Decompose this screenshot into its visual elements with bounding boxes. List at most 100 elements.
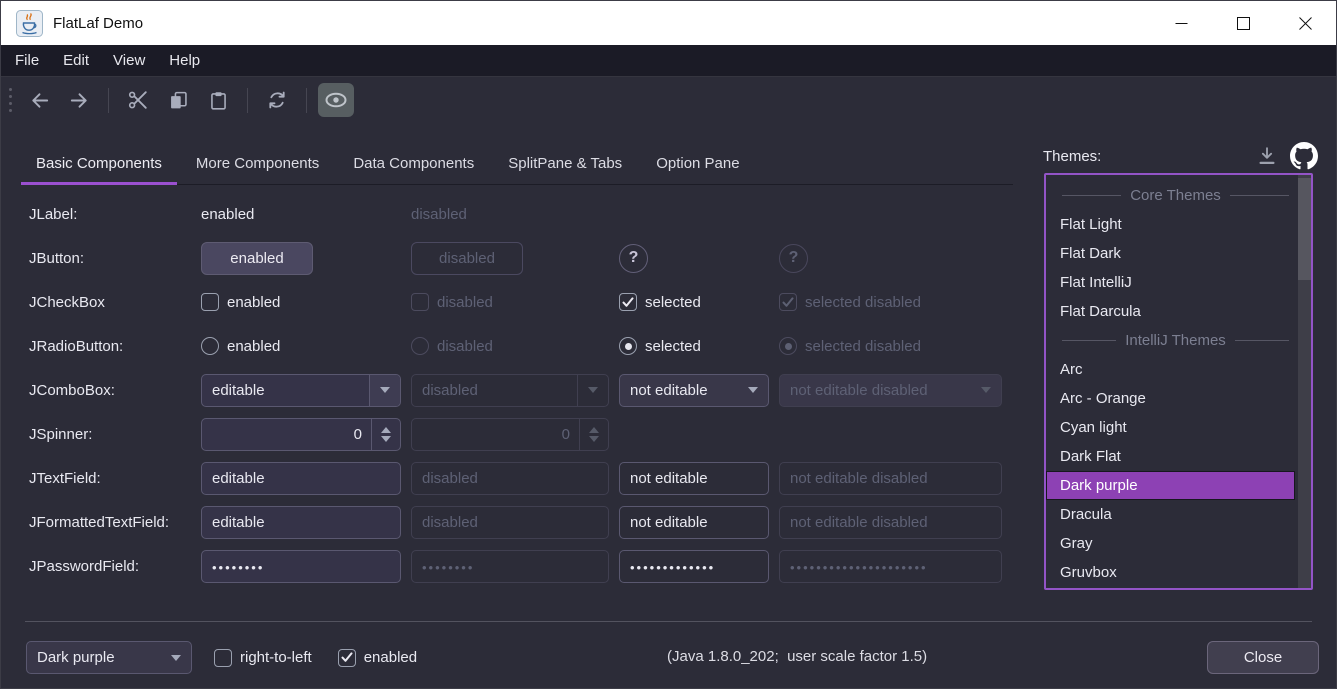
grid-cell: selected — [619, 286, 769, 319]
theme-item-arc[interactable]: Arc — [1046, 355, 1295, 384]
text-field[interactable]: disabled — [411, 506, 609, 539]
chevron-down-icon — [737, 375, 768, 406]
combo-value: disabled — [412, 382, 577, 399]
copy-button[interactable] — [160, 83, 196, 117]
field-value: not editable — [620, 514, 768, 531]
cut-button[interactable] — [120, 83, 156, 117]
theme-item-flat-intellij[interactable]: Flat IntelliJ — [1046, 268, 1295, 297]
flatlaf-demo-window: FlatLaf Demo FileEditViewHelp — [0, 0, 1337, 689]
tab-splitpane-tabs[interactable]: SplitPane & Tabs — [493, 147, 637, 185]
theme-item-dark-flat[interactable]: Dark Flat — [1046, 442, 1295, 471]
password-field[interactable]: •••••••• — [201, 550, 401, 583]
checkbox[interactable]: selected disabled — [779, 293, 921, 311]
components-grid: JLabel:enableddisabledJButton:enableddis… — [29, 192, 1002, 588]
grid-cell-empty — [779, 198, 1002, 231]
maximize-button[interactable] — [1212, 1, 1274, 45]
field-value: editable — [202, 514, 400, 531]
text-field[interactable]: not editable — [619, 462, 769, 495]
text-field[interactable]: editable — [201, 462, 401, 495]
back-button[interactable] — [21, 83, 57, 117]
refresh-button[interactable] — [259, 83, 295, 117]
spinner[interactable]: 0 — [411, 418, 609, 451]
themes-scrollbar[interactable] — [1298, 175, 1311, 588]
radio-button[interactable]: enabled — [201, 337, 280, 355]
main-panel: Basic ComponentsMore ComponentsData Comp… — [1, 122, 1336, 621]
close-window-button[interactable] — [1274, 1, 1336, 45]
bottom-bar: Dark purple right-to-leftenabled (Java 1… — [1, 621, 1336, 688]
control-label: disabled — [437, 338, 493, 355]
text-field[interactable]: disabled — [411, 462, 609, 495]
tab-data-components[interactable]: Data Components — [338, 147, 489, 185]
field-value: not editable disabled — [780, 514, 1001, 531]
checkbox-enabled[interactable]: enabled — [338, 649, 417, 667]
radio-button[interactable]: selected disabled — [779, 337, 921, 355]
scrollbar-thumb[interactable] — [1298, 178, 1311, 280]
grid-cell: not editable disabled — [779, 506, 1002, 539]
help-button[interactable]: ? — [779, 244, 808, 273]
text-field[interactable]: not editable disabled — [779, 462, 1002, 495]
paste-button[interactable] — [200, 83, 236, 117]
text-field[interactable]: editable — [201, 506, 401, 539]
grid-cell: 0 — [201, 418, 401, 451]
theme-item-arc-orange[interactable]: Arc - Orange — [1046, 384, 1295, 413]
theme-item-gray[interactable]: Gray — [1046, 529, 1295, 558]
combo-box[interactable]: not editable disabled — [779, 374, 1002, 407]
theme-combo-box[interactable]: Dark purple — [26, 641, 192, 674]
combo-box[interactable]: not editable — [619, 374, 769, 407]
combo-box[interactable]: editable — [201, 374, 401, 407]
help-button[interactable]: ? — [619, 244, 648, 273]
theme-item-flat-darcula[interactable]: Flat Darcula — [1046, 297, 1295, 326]
grid-cell: enabled — [201, 198, 401, 231]
tab-more-components[interactable]: More Components — [181, 147, 334, 185]
checkbox-icon — [411, 293, 429, 311]
checkbox-right-to-left[interactable]: right-to-left — [214, 649, 312, 667]
combo-box[interactable]: disabled — [411, 374, 609, 407]
checkbox[interactable]: enabled — [201, 293, 280, 311]
field-value: disabled — [412, 514, 608, 531]
theme-item-flat-dark[interactable]: Flat Dark — [1046, 239, 1295, 268]
menu-file[interactable]: File — [3, 45, 51, 76]
theme-item-flat-light[interactable]: Flat Light — [1046, 210, 1295, 239]
eye-button[interactable] — [318, 83, 354, 117]
options-checkboxes: right-to-left enabled — [214, 641, 417, 674]
grid-cell-empty — [779, 418, 1002, 451]
checkbox[interactable]: selected — [619, 293, 701, 311]
toolbar — [1, 78, 1336, 122]
grid-cell: editable — [201, 374, 401, 407]
minimize-button[interactable] — [1150, 1, 1212, 45]
theme-item-gruvbox[interactable]: Gruvbox — [1046, 558, 1295, 587]
checkbox-icon — [214, 649, 232, 667]
github-button[interactable] — [1289, 141, 1319, 171]
checkbox-icon — [619, 293, 637, 311]
password-field[interactable]: ••••••••••••• — [619, 550, 769, 583]
spinner[interactable]: 0 — [201, 418, 401, 451]
grid-cell: selected — [619, 330, 769, 363]
button[interactable]: disabled — [411, 242, 523, 275]
close-button[interactable]: Close — [1207, 641, 1319, 674]
download-button[interactable] — [1253, 142, 1281, 170]
password-field[interactable]: •••••••• — [411, 550, 609, 583]
menu-help[interactable]: Help — [157, 45, 212, 76]
theme-item-dark-purple[interactable]: Dark purple — [1046, 471, 1295, 500]
chevron-down-icon — [577, 375, 608, 406]
theme-group-label: Core Themes — [1130, 187, 1221, 204]
text-field[interactable]: not editable — [619, 506, 769, 539]
radio-button[interactable]: selected — [619, 337, 701, 355]
control-label: selected — [645, 294, 701, 311]
toolbar-grip[interactable] — [9, 88, 12, 112]
password-field[interactable]: ••••••••••••••••••••• — [779, 550, 1002, 583]
tab-option-pane[interactable]: Option Pane — [641, 147, 754, 185]
forward-button[interactable] — [61, 83, 97, 117]
menu-view[interactable]: View — [101, 45, 157, 76]
radio-button[interactable]: disabled — [411, 337, 493, 355]
theme-item-cyan-light[interactable]: Cyan light — [1046, 413, 1295, 442]
row-label: JPasswordField: — [29, 558, 191, 575]
tab-basic-components[interactable]: Basic Components — [21, 147, 177, 185]
button[interactable]: enabled — [201, 242, 313, 275]
menu-edit[interactable]: Edit — [51, 45, 101, 76]
text-field[interactable]: not editable disabled — [779, 506, 1002, 539]
button-label: disabled — [439, 250, 495, 267]
checkbox[interactable]: disabled — [411, 293, 493, 311]
chevron-down-icon — [369, 375, 400, 406]
theme-item-dracula[interactable]: Dracula — [1046, 500, 1295, 529]
